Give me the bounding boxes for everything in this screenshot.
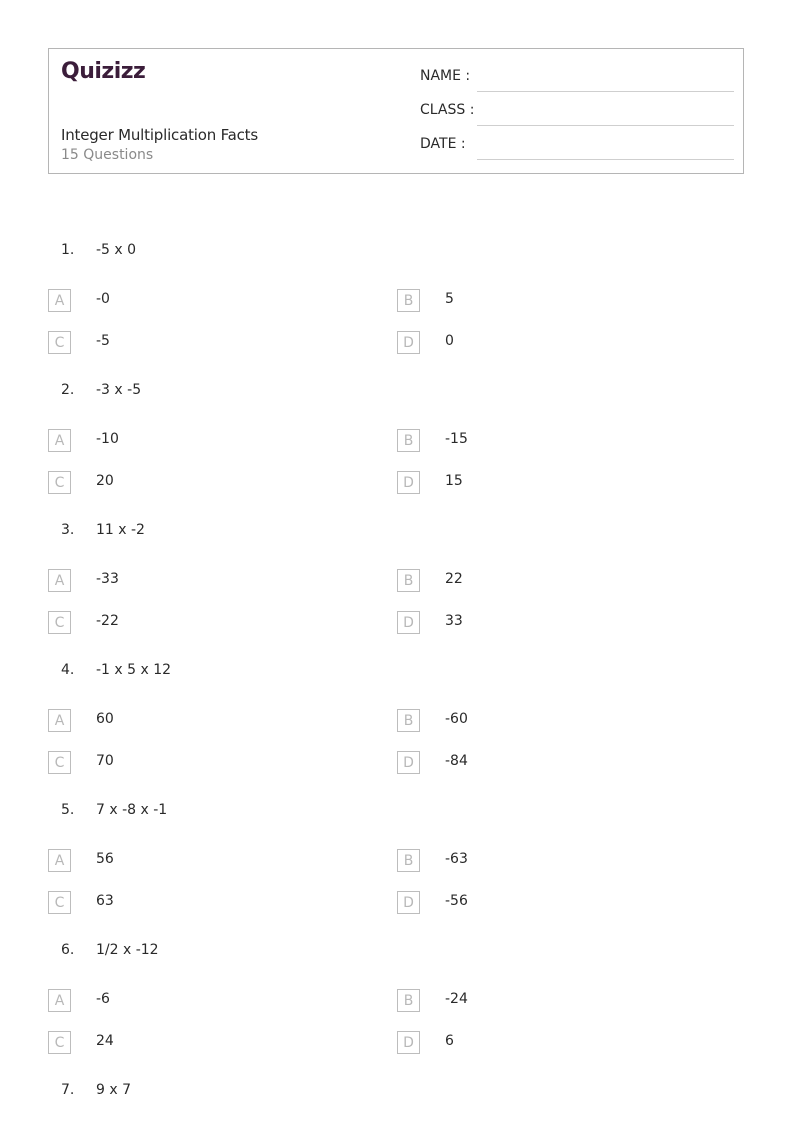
option-text[interactable]: -0 xyxy=(96,291,110,307)
option-letter-box[interactable]: C xyxy=(48,751,71,774)
option-text[interactable]: 56 xyxy=(96,851,114,867)
option-text[interactable]: 60 xyxy=(96,711,114,727)
question-count: 15 Questions xyxy=(61,147,154,163)
option-text[interactable]: -6 xyxy=(96,991,110,1007)
option-letter-box[interactable]: C xyxy=(48,611,71,634)
option-text[interactable]: -10 xyxy=(96,431,119,447)
question-text: 1/2 x -12 xyxy=(96,942,159,958)
question-number: 6. xyxy=(61,942,75,958)
option-letter-box[interactable]: D xyxy=(397,891,420,914)
option-letter-box[interactable]: C xyxy=(48,331,71,354)
question-number: 2. xyxy=(61,382,75,398)
option-letter-box[interactable]: D xyxy=(397,611,420,634)
option-text[interactable]: -60 xyxy=(445,711,468,727)
worksheet-header: Quizizz Integer Multiplication Facts 15 … xyxy=(48,48,744,174)
option-letter-box[interactable]: B xyxy=(397,709,420,732)
date-line[interactable] xyxy=(477,159,734,160)
option-letter-box[interactable]: A xyxy=(48,289,71,312)
option-text[interactable]: 15 xyxy=(445,473,463,489)
name-label: NAME : xyxy=(420,68,471,84)
option-text[interactable]: 70 xyxy=(96,753,114,769)
option-letter-box[interactable]: C xyxy=(48,891,71,914)
option-letter-box[interactable]: A xyxy=(48,989,71,1012)
option-letter-box[interactable]: B xyxy=(397,429,420,452)
question-number: 7. xyxy=(61,1082,75,1098)
option-text[interactable]: 24 xyxy=(96,1033,114,1049)
question-text: 9 x 7 xyxy=(96,1082,131,1098)
option-text[interactable]: 22 xyxy=(445,571,463,587)
option-text[interactable]: -63 xyxy=(445,851,468,867)
name-line[interactable] xyxy=(477,91,734,92)
option-letter-box[interactable]: B xyxy=(397,849,420,872)
question-number: 3. xyxy=(61,522,75,538)
option-letter-box[interactable]: D xyxy=(397,751,420,774)
option-text[interactable]: 5 xyxy=(445,291,454,307)
option-letter-box[interactable]: C xyxy=(48,471,71,494)
name-field[interactable]: NAME : xyxy=(420,68,734,92)
option-letter-box[interactable]: C xyxy=(48,1031,71,1054)
class-line[interactable] xyxy=(477,125,734,126)
question-number: 1. xyxy=(61,242,75,258)
option-text[interactable]: -24 xyxy=(445,991,468,1007)
option-text[interactable]: 33 xyxy=(445,613,463,629)
date-label: DATE : xyxy=(420,136,466,152)
question-text: 7 x -8 x -1 xyxy=(96,802,168,818)
option-text[interactable]: 63 xyxy=(96,893,114,909)
option-text[interactable]: 20 xyxy=(96,473,114,489)
option-text[interactable]: 6 xyxy=(445,1033,454,1049)
question-text: -5 x 0 xyxy=(96,242,137,258)
question-number: 5. xyxy=(61,802,75,818)
option-text[interactable]: 0 xyxy=(445,333,454,349)
date-field[interactable]: DATE : xyxy=(420,136,734,160)
option-letter-box[interactable]: D xyxy=(397,471,420,494)
question-text: -3 x -5 xyxy=(96,382,142,398)
option-letter-box[interactable]: A xyxy=(48,429,71,452)
question-number: 4. xyxy=(61,662,75,678)
option-letter-box[interactable]: A xyxy=(48,709,71,732)
option-text[interactable]: -56 xyxy=(445,893,468,909)
question-text: 11 x -2 xyxy=(96,522,145,538)
option-letter-box[interactable]: A xyxy=(48,849,71,872)
option-text[interactable]: -33 xyxy=(96,571,119,587)
class-label: CLASS : xyxy=(420,102,475,118)
option-text[interactable]: -84 xyxy=(445,753,468,769)
option-text[interactable]: -22 xyxy=(96,613,119,629)
quizizz-logo: Quizizz xyxy=(61,59,146,84)
option-text[interactable]: -5 xyxy=(96,333,110,349)
worksheet-title: Integer Multiplication Facts xyxy=(61,126,258,144)
option-letter-box[interactable]: D xyxy=(397,1031,420,1054)
option-letter-box[interactable]: B xyxy=(397,569,420,592)
question-text: -1 x 5 x 12 xyxy=(96,662,172,678)
option-text[interactable]: -15 xyxy=(445,431,468,447)
option-letter-box[interactable]: B xyxy=(397,989,420,1012)
option-letter-box[interactable]: A xyxy=(48,569,71,592)
option-letter-box[interactable]: D xyxy=(397,331,420,354)
option-letter-box[interactable]: B xyxy=(397,289,420,312)
class-field[interactable]: CLASS : xyxy=(420,102,734,126)
